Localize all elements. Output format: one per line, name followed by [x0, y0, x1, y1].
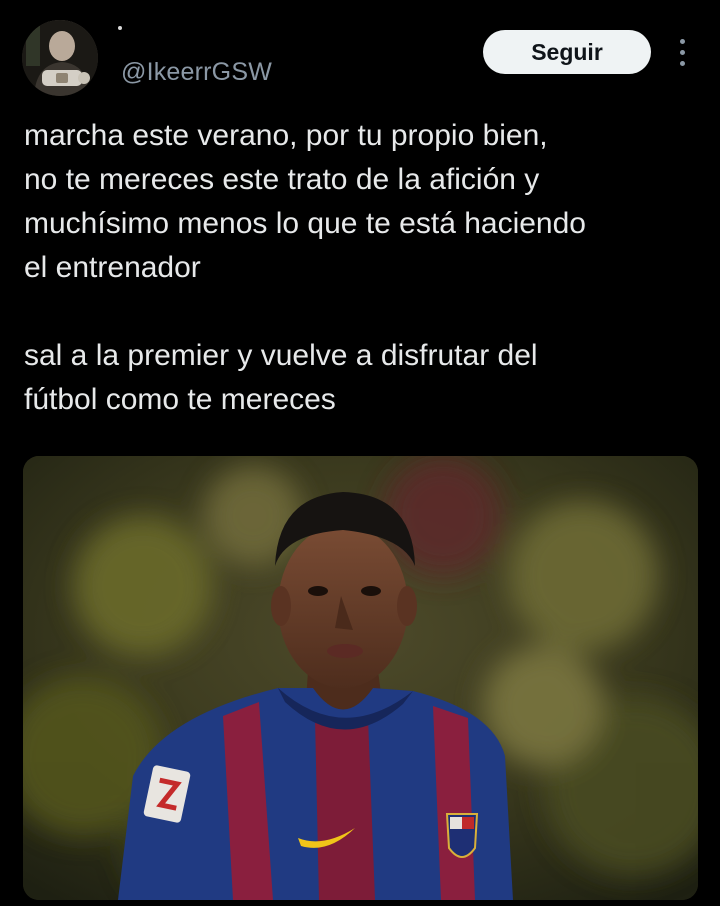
tweet: @IkeerrGSW Seguir marcha este verano, po…	[0, 0, 720, 906]
tweet-line: fútbol como te mereces	[24, 383, 336, 416]
more-options-icon[interactable]	[670, 34, 694, 70]
follow-button[interactable]: Seguir	[483, 30, 651, 74]
tweet-line: muchísimo menos lo que te está haciendo	[24, 207, 586, 240]
author-handle[interactable]: @IkeerrGSW	[121, 58, 272, 87]
display-name-placeholder	[118, 26, 122, 30]
tweet-line: marcha este verano, por tu propio bien,	[24, 119, 548, 152]
player-photo-icon	[23, 456, 698, 900]
tweet-text: marcha este verano, por tu propio bien, …	[24, 114, 704, 422]
tweet-media-photo[interactable]	[23, 456, 698, 900]
tweet-line: sal a la premier y vuelve a disfrutar de…	[24, 339, 538, 372]
tweet-line: no te mereces este trato de la afición y	[24, 163, 540, 196]
author-avatar[interactable]	[22, 20, 98, 96]
tweet-line: el entrenador	[24, 251, 201, 284]
avatar-photo-icon	[22, 20, 98, 96]
